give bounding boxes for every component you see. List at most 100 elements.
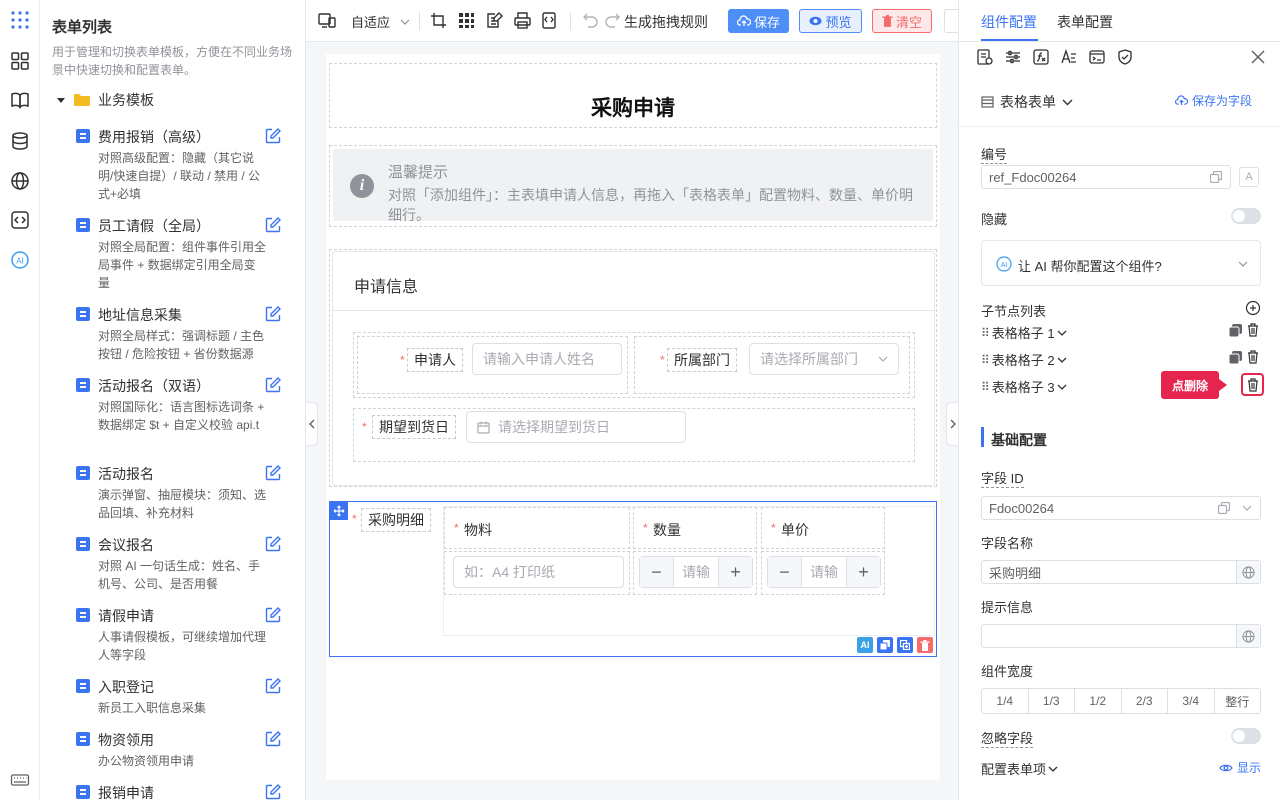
preview-button[interactable]: 预览 [799,9,862,33]
ai-icon[interactable]: AI [10,250,30,270]
component-type-select[interactable]: 表格表单 [981,92,1073,112]
generate-drag-rule[interactable]: 生成拖拽规则 [624,12,708,32]
applicant-input[interactable]: 请输入申请人姓名 [472,343,622,375]
book-icon[interactable] [10,90,30,110]
notice-block[interactable]: i 温馨提示 对照「添加组件」：主表填申请人信息，再拖入「表格表单」配置物料、数… [329,145,937,227]
delete-icon[interactable] [917,637,933,653]
more-button[interactable] [944,9,958,33]
code-icon[interactable] [10,210,30,230]
width-option[interactable]: 1/4 [982,689,1029,713]
show-link[interactable]: 显示 [1219,759,1261,776]
chevron-down-icon[interactable] [1242,504,1252,512]
json-icon[interactable] [542,12,559,29]
add-circle-icon[interactable] [1245,300,1261,316]
edit-icon[interactable] [264,677,282,695]
copy-icon[interactable] [1229,324,1242,337]
globe-icon[interactable] [1236,561,1260,583]
save-as-field-link[interactable]: 保存为字段 [1175,92,1252,109]
child-item[interactable]: ⠿ 表格格子 2 [981,350,1067,369]
print-icon[interactable] [514,12,531,29]
ignore-field-toggle[interactable] [1231,728,1261,744]
field-applicant[interactable]: * 申请人 请输入申请人姓名 [357,336,628,394]
hint-input[interactable] [981,624,1261,648]
width-option[interactable]: 1/2 [1075,689,1122,713]
width-option[interactable]: 整行 [1215,689,1261,713]
child-item[interactable]: ⠿ 表格格子 3 [981,377,1067,396]
qty-stepper[interactable]: − 请输 + [639,556,753,588]
crop-icon[interactable] [430,12,447,29]
drag-handle-icon[interactable]: ⠿ [981,380,990,394]
width-option[interactable]: 3/4 [1168,689,1215,713]
col-header-material[interactable]: * 物料 [444,507,630,549]
price-input[interactable]: 请输 [802,562,846,582]
edit-icon[interactable] [264,305,282,323]
department-select[interactable]: 请选择所属部门 [749,343,899,375]
copy-icon[interactable] [1229,351,1242,364]
database-icon[interactable] [10,131,30,151]
edit-icon[interactable] [264,783,282,800]
field-name-input[interactable]: 采购明细 [981,560,1261,584]
field-department[interactable]: * 所属部门 请选择所属部门 [634,336,910,394]
minus-icon[interactable]: − [640,557,674,587]
edit-doc-icon[interactable] [486,12,503,29]
copy-icon[interactable] [1210,171,1222,183]
plus-icon[interactable]: + [846,557,880,587]
undo-icon[interactable] [582,12,599,29]
text-a-icon[interactable]: A [1239,167,1259,187]
keyboard-icon[interactable] [10,770,30,790]
plus-icon[interactable]: + [718,557,752,587]
width-option[interactable]: 1/3 [1029,689,1075,713]
redo-icon[interactable] [604,12,621,29]
shield-icon[interactable] [1117,49,1133,65]
child-item[interactable]: ⠿ 表格格子 1 [981,323,1067,342]
config-items-toggle[interactable]: 配置表单项 [981,759,1058,778]
group-business-templates[interactable]: 业务模板 [56,90,154,110]
components-icon[interactable] [10,51,30,71]
sliders-icon[interactable] [1005,49,1021,65]
tab-form-config[interactable]: 表单配置 [1057,12,1113,32]
qty-input[interactable]: 请输 [674,562,718,582]
table-form-selected[interactable]: * 采购明细 * 物料 * 数量 * 单价 如：A4 打印纸 − 请输 + − … [329,501,937,657]
copy-icon[interactable] [1218,502,1230,514]
material-input[interactable]: 如：A4 打印纸 [453,556,624,588]
edit-icon[interactable] [264,216,282,234]
field-expected-date[interactable]: * 期望到货日 请选择期望到货日 [353,408,915,462]
title-block[interactable]: 采购申请 [329,63,937,128]
id-input[interactable]: ref_Fdoc00264 [981,165,1231,189]
edit-icon[interactable] [264,127,282,145]
function-icon[interactable] [1033,49,1049,65]
collapse-left-handle[interactable] [306,402,318,446]
device-icon[interactable] [318,12,336,29]
copy-icon[interactable] [877,637,893,653]
props-icon[interactable] [977,49,993,65]
date-picker[interactable]: 请选择期望到货日 [466,411,686,443]
ai-config-panel[interactable]: AI 让 AI 帮你配置这个组件? [981,240,1261,286]
save-button[interactable]: 保存 [728,9,789,33]
hidden-toggle[interactable] [1231,208,1261,224]
edit-icon[interactable] [264,535,282,553]
clear-button[interactable]: 清空 [872,9,932,33]
ai-tool-icon[interactable]: AI [857,637,873,653]
event-icon[interactable] [1089,49,1105,65]
edit-icon[interactable] [264,606,282,624]
field-id-input[interactable]: Fdoc00264 [981,496,1261,520]
trash-icon[interactable] [1247,323,1259,337]
tab-component-config[interactable]: 组件配置 [981,12,1037,32]
drag-handle-icon[interactable]: ⠿ [981,353,990,367]
globe-icon[interactable] [10,171,30,191]
price-stepper[interactable]: − 请输 + [767,556,881,588]
minus-icon[interactable]: − [768,557,802,587]
adaptive-select[interactable]: 自适应 [351,12,410,31]
add-child-icon[interactable] [897,637,913,653]
collapse-right-handle[interactable] [946,402,958,446]
col-header-price[interactable]: * 单价 [761,507,885,549]
drag-handle-icon[interactable]: ⠿ [981,326,990,340]
globe-icon[interactable] [1236,625,1260,647]
edit-icon[interactable] [264,376,282,394]
edit-icon[interactable] [264,730,282,748]
close-icon[interactable] [1251,50,1265,64]
section-wrapper[interactable]: 申请信息 * 申请人 请输入申请人姓名 * 所属部门 请选择所属部门 * 期望到… [329,249,937,487]
width-option[interactable]: 2/3 [1122,689,1168,713]
trash-icon[interactable] [1247,350,1259,364]
col-header-qty[interactable]: * 数量 [633,507,757,549]
